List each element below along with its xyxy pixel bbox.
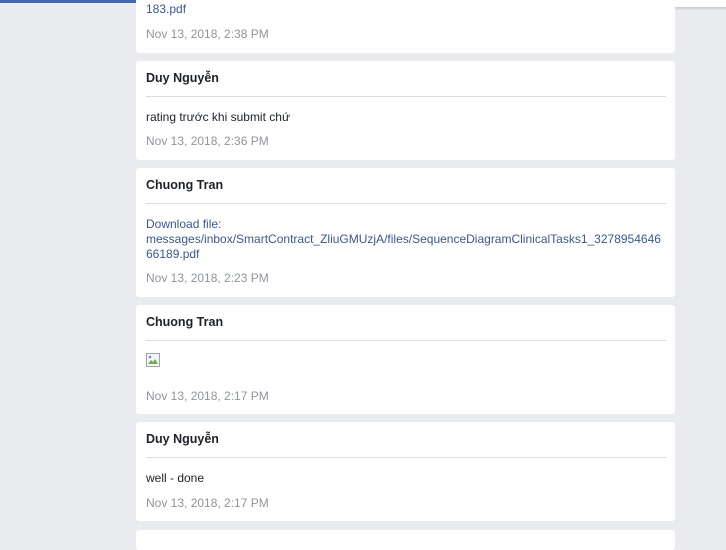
card-divider [146,457,666,458]
message-timestamp: Nov 13, 2018, 2:38 PM [146,27,269,41]
message-text: rating trước khi submit chứ [146,110,290,124]
message-author: Chuong Tran [146,178,224,192]
message-text: well - done [146,471,205,485]
card-divider [146,203,666,204]
message-timestamp: Nov 13, 2018, 2:36 PM [146,134,269,148]
file-link[interactable]: messages/inbox/SmartContract_ZliuGMUzjA/… [146,232,661,261]
broken-image-icon[interactable] [146,353,160,367]
message-card [136,530,675,550]
file-attachment: Download file: messages/inbox/SmartContr… [146,217,666,262]
message-card: Duy Nguyễn rating trước khi submit chứ N… [136,61,675,160]
message-timestamp: Nov 13, 2018, 2:17 PM [146,389,269,403]
message-author: Duy Nguyễn [146,432,219,446]
message-author: Duy Nguyễn [146,71,219,85]
message-card: 183.pdf Nov 13, 2018, 2:38 PM [136,0,675,53]
message-author: Chuong Tran [146,315,224,329]
file-link[interactable]: 183.pdf [146,2,666,17]
download-label[interactable]: Download file: [146,217,221,231]
message-timestamp: Nov 13, 2018, 2:17 PM [146,496,269,510]
message-card: Chuong Tran Download file: messages/inbo… [136,168,675,297]
card-divider [146,340,666,341]
message-card: Chuong Tran Nov 13, 2018, 2:17 PM [136,305,675,414]
card-divider [146,96,666,97]
message-card: Duy Nguyễn well - done Nov 13, 2018, 2:1… [136,422,675,521]
message-timestamp: Nov 13, 2018, 2:23 PM [146,271,269,285]
